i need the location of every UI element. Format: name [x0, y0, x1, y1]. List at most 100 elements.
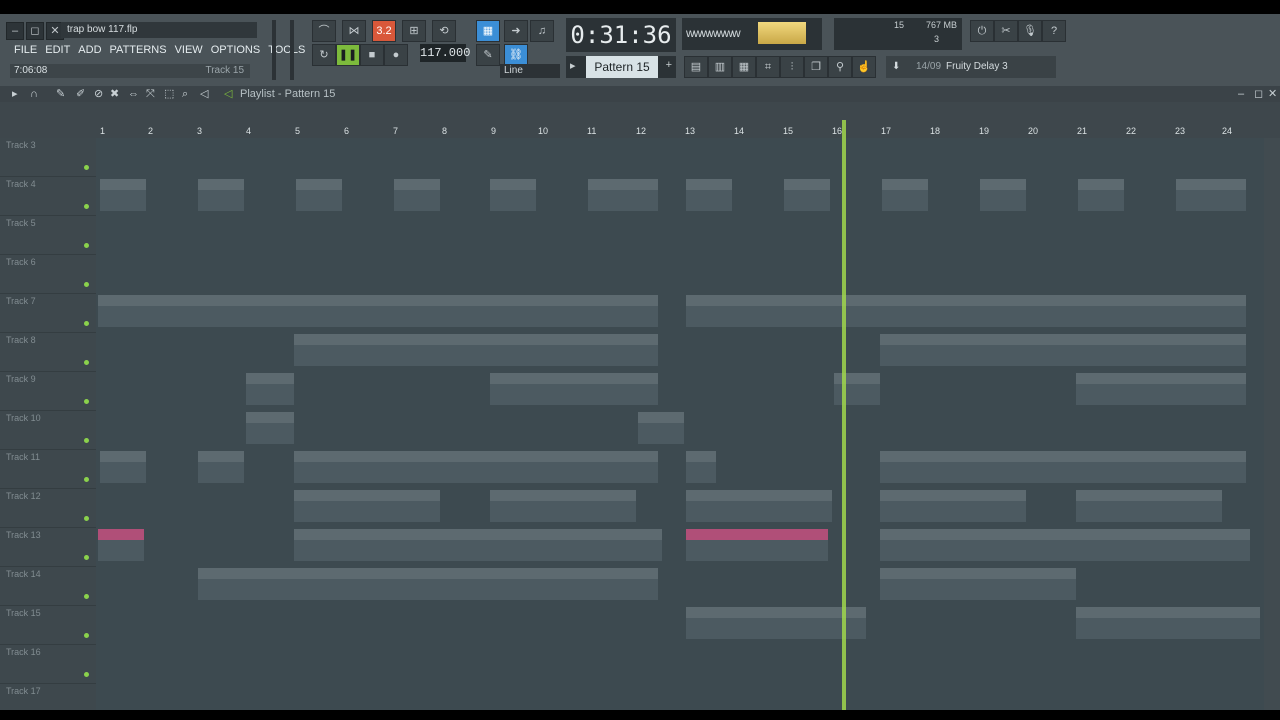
zoom-icon[interactable]: ⌕ — [182, 86, 188, 102]
track-header[interactable]: Track 14 — [0, 567, 96, 606]
clip[interactable]: Pattern 1 — [198, 179, 244, 211]
playlist-menu-icon[interactable]: ▸ — [12, 86, 18, 102]
delete-icon[interactable]: ⊘ — [94, 86, 103, 102]
timeline-ruler[interactable]: 1 2 3 4 5 6 7 8 9 10 11 12 13 14 15 16 1… — [0, 102, 1280, 220]
track-mute-toggle[interactable] — [84, 672, 89, 677]
track-header[interactable]: Track 16 — [0, 645, 96, 684]
menu-tools[interactable]: TOOLS — [264, 42, 309, 58]
plugin-icon[interactable]: ⚲ — [828, 56, 852, 78]
clip[interactable]: Pattern 1 — [882, 179, 928, 211]
slice-icon[interactable]: ⤧ — [146, 86, 155, 102]
track-header[interactable]: Track 5 — [0, 216, 96, 255]
clip[interactable]: Pattern 5 — [490, 373, 658, 405]
file-icon[interactable]: ❐ — [804, 56, 828, 78]
magnet-icon[interactable]: ∩ — [30, 86, 38, 102]
track-header[interactable]: Track 15 — [0, 606, 96, 645]
clip[interactable]: Pattern 4 — [880, 334, 1246, 366]
clip[interactable]: Pattern 10 — [294, 568, 658, 600]
maximize-icon[interactable]: ◻ — [1254, 86, 1263, 102]
clip[interactable]: Pattern 6 — [638, 412, 684, 444]
clip[interactable]: DJ St...12] — [198, 451, 244, 483]
clip[interactable]: DJ Stivenz Beats - Efecto (19) — [1076, 490, 1222, 522]
track-mute-toggle[interactable] — [84, 594, 89, 599]
track-header[interactable]: Track 8 — [0, 333, 96, 372]
track-header[interactable]: Track 17 — [0, 684, 96, 710]
step-edit-icon[interactable]: ⊞ — [402, 20, 426, 42]
clip[interactable]: Pattern 1 — [394, 179, 440, 211]
track-mute-toggle[interactable] — [84, 360, 89, 365]
mixer-icon[interactable]: ⫶ — [780, 56, 804, 78]
minimize-icon[interactable]: – — [1238, 86, 1244, 102]
track-header[interactable]: Track 4 — [0, 177, 96, 216]
track-header[interactable]: Track 9 — [0, 372, 96, 411]
clip[interactable]: DJ Stivenz Beats - Efecto (19) — [686, 490, 832, 522]
clip[interactable]: Pattern 1 — [490, 179, 536, 211]
track-mute-toggle[interactable] — [84, 438, 89, 443]
pattern-add-icon[interactable]: + — [666, 59, 672, 71]
loop-record-icon[interactable]: ⟲ — [432, 20, 456, 42]
song-mode-icon[interactable]: ▦ — [476, 20, 500, 42]
slip-icon[interactable]: ⇔ — [128, 86, 139, 102]
clip[interactable]: Pattern 11 — [1076, 607, 1260, 639]
record-button[interactable]: ● — [384, 44, 408, 66]
arrow-left-icon[interactable]: ◁ — [224, 86, 232, 102]
menu-patterns[interactable]: PATTERNS — [106, 42, 171, 58]
track-mute-toggle[interactable] — [84, 165, 89, 170]
clip[interactable]: YSP__KIT_1_HATS_B — [294, 529, 490, 561]
song-position-clock[interactable]: 0:31:36 — [566, 18, 676, 52]
clip[interactable]: DJ St...12] — [100, 451, 146, 483]
piano-roll-icon[interactable]: ▦ — [732, 56, 756, 78]
playlist-icon[interactable]: ▤ — [684, 56, 708, 78]
clip[interactable]: Pattern 1 — [588, 179, 658, 211]
track-header[interactable]: Track 6 — [0, 255, 96, 294]
menu-view[interactable]: VIEW — [171, 42, 207, 58]
help-icon[interactable]: ? — [1042, 20, 1066, 42]
clip[interactable]: Pattern 4 — [294, 334, 658, 366]
clip[interactable]: Pattern 1 — [1176, 179, 1246, 211]
track-mute-toggle[interactable] — [84, 282, 89, 287]
clip[interactable]: Pattern 1 — [686, 179, 732, 211]
pattern-name[interactable]: Pattern 15 — [586, 56, 658, 78]
track-mute-toggle[interactable] — [84, 204, 89, 209]
clip[interactable]: Pattern 10 — [880, 568, 1076, 600]
clip[interactable]: Pattern 6 — [246, 373, 294, 405]
microphone-icon[interactable]: 🎙 — [1018, 20, 1042, 42]
select-icon[interactable]: ⬚ — [164, 86, 174, 102]
track-header[interactable]: Track 3 — [0, 138, 96, 177]
channel-rack-icon[interactable]: ▥ — [708, 56, 732, 78]
clip[interactable]: DJ Stivenz Beats - Efecto (19) — [294, 490, 440, 522]
track-header[interactable]: Track 11 — [0, 450, 96, 489]
bell-icon[interactable]: ♫ — [530, 20, 554, 42]
snap-select[interactable]: Line — [500, 64, 560, 78]
plugin-focus-bar[interactable]: ⬇ 14/09 Fruity Delay 3 — [886, 56, 1056, 78]
track-header[interactable]: Track 13 — [0, 528, 96, 567]
clip[interactable]: DJ St...12] — [246, 412, 294, 444]
track-mute-toggle[interactable] — [84, 633, 89, 638]
clip[interactable] — [294, 451, 658, 483]
metronome-icon[interactable]: ⌒ — [312, 20, 336, 42]
paint-icon[interactable]: ✐ — [76, 86, 85, 102]
speaker-icon[interactable]: ◁ — [200, 86, 208, 102]
clip[interactable]: DJ Stivenz Beats - Efecto (19) — [490, 490, 636, 522]
playlist-grid[interactable]: Pattern 1 Pattern 1 Pattern 1 Pattern 1 … — [96, 138, 1264, 710]
restore-button[interactable]: ◻ — [26, 22, 44, 40]
close-icon[interactable]: ✕ — [1268, 86, 1277, 102]
loop-icon[interactable]: ↻ — [312, 44, 336, 66]
menu-options[interactable]: OPTIONS — [207, 42, 265, 58]
master-volume-slider[interactable] — [272, 20, 276, 80]
arrow-icon[interactable]: ➜ — [504, 20, 528, 42]
vertical-scrollbar[interactable] — [1264, 138, 1280, 710]
clip[interactable]: VFX1 Hits & Explode 26 — [686, 529, 828, 561]
clip[interactable]: Pattern 5 — [1076, 373, 1246, 405]
clip[interactable]: Pattern 11 — [686, 607, 866, 639]
clip[interactable]: YSP__KIT_1_HATS_B — [490, 529, 662, 561]
pencil-icon[interactable]: ✎ — [56, 86, 65, 102]
clip[interactable]: Pattern 1 — [296, 179, 342, 211]
pattern-prev-icon[interactable]: ▸ — [570, 59, 576, 72]
scissors-icon[interactable]: ✂ — [994, 20, 1018, 42]
menu-edit[interactable]: EDIT — [41, 42, 74, 58]
clip[interactable]: Pattern 6 — [834, 373, 880, 405]
tempo-display[interactable]: 117.000 — [420, 44, 470, 62]
minimize-button[interactable]: – — [6, 22, 24, 40]
track-header[interactable]: Track 12 — [0, 489, 96, 528]
